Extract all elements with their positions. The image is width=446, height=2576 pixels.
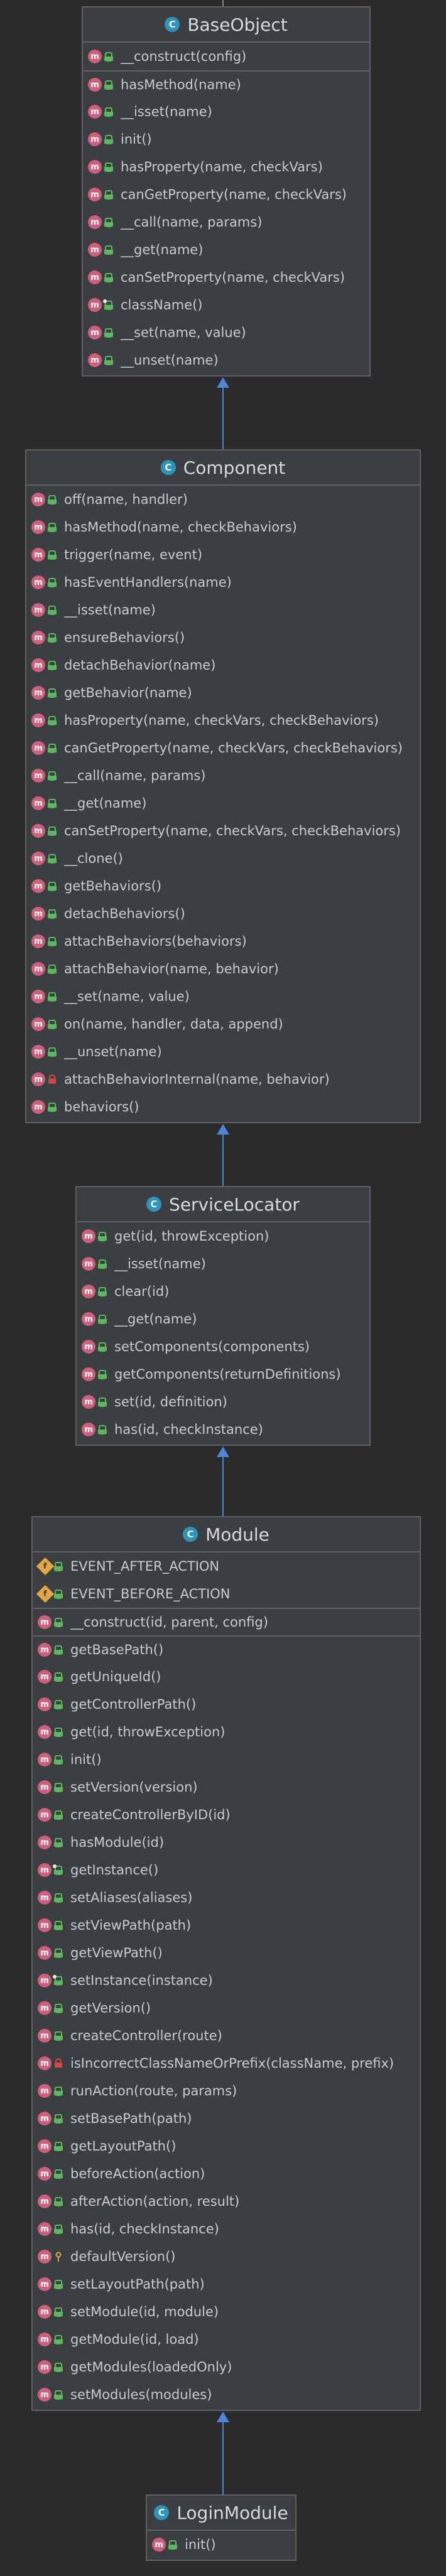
inheritance-arrow [217, 1446, 229, 1516]
inheritance-arrow [217, 377, 229, 449]
inheritance-arrow [217, 2412, 229, 2494]
inheritance-arrow [217, 1124, 229, 1186]
inheritance-arrows [217, 0, 229, 2494]
